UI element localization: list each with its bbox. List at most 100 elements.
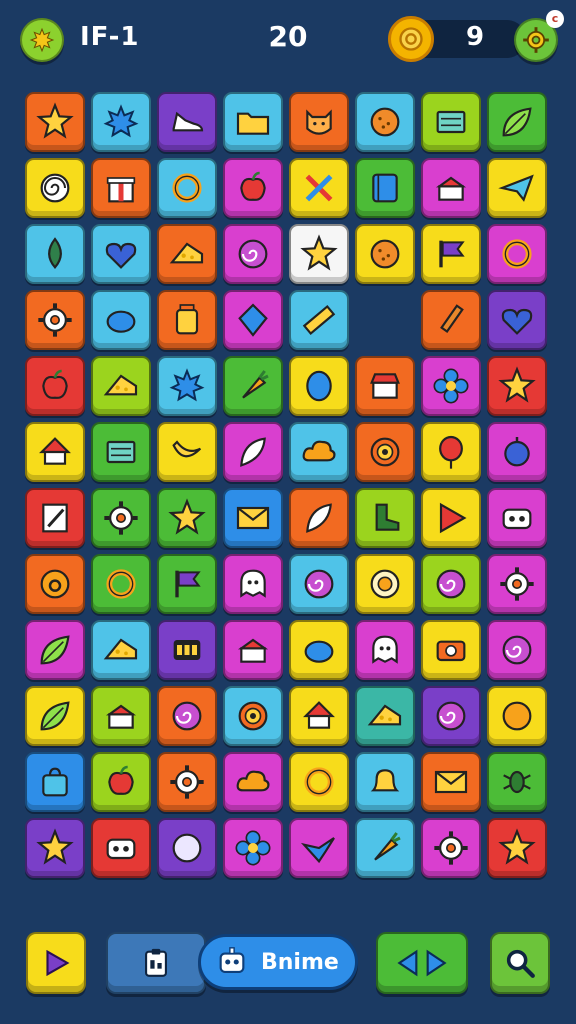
board-tile[interactable] xyxy=(223,554,283,614)
board-tile[interactable] xyxy=(289,554,349,614)
board-tile[interactable] xyxy=(289,92,349,152)
board-tile[interactable] xyxy=(289,752,349,812)
board-tile[interactable] xyxy=(25,818,85,878)
board-tile[interactable] xyxy=(289,158,349,218)
board-tile[interactable] xyxy=(355,158,415,218)
board-tile[interactable] xyxy=(487,488,547,548)
board-tile[interactable] xyxy=(355,554,415,614)
board-tile[interactable] xyxy=(157,158,217,218)
search-button[interactable] xyxy=(490,932,550,994)
board-tile[interactable] xyxy=(157,422,217,482)
board-tile[interactable] xyxy=(25,290,85,350)
board-tile[interactable] xyxy=(25,686,85,746)
board-tile[interactable] xyxy=(355,488,415,548)
board-tile[interactable] xyxy=(421,224,481,284)
board-tile[interactable] xyxy=(355,620,415,680)
board-tile[interactable] xyxy=(421,290,481,350)
board-tile[interactable] xyxy=(223,158,283,218)
board-tile[interactable] xyxy=(91,752,151,812)
board-tile[interactable] xyxy=(421,620,481,680)
board-tile[interactable] xyxy=(25,620,85,680)
board-tile[interactable] xyxy=(355,752,415,812)
board-tile[interactable] xyxy=(25,422,85,482)
play-button[interactable] xyxy=(26,932,86,994)
board-tile[interactable] xyxy=(223,488,283,548)
board-tile[interactable] xyxy=(487,422,547,482)
board-tile[interactable] xyxy=(421,356,481,416)
board-tile[interactable] xyxy=(487,752,547,812)
board-tile[interactable] xyxy=(157,224,217,284)
board-tile[interactable] xyxy=(223,92,283,152)
board-tile[interactable] xyxy=(421,488,481,548)
board-tile[interactable] xyxy=(223,224,283,284)
board-tile[interactable] xyxy=(487,818,547,878)
board-tile[interactable] xyxy=(157,488,217,548)
board-tile[interactable] xyxy=(25,224,85,284)
board-tile[interactable] xyxy=(157,818,217,878)
board-tile[interactable] xyxy=(223,818,283,878)
board-tile[interactable] xyxy=(91,818,151,878)
board-tile[interactable] xyxy=(289,290,349,350)
board-tile[interactable] xyxy=(355,356,415,416)
board-tile[interactable] xyxy=(487,356,547,416)
board-tile[interactable] xyxy=(289,818,349,878)
board-tile[interactable] xyxy=(421,158,481,218)
board-tile[interactable] xyxy=(487,92,547,152)
board-tile[interactable] xyxy=(289,488,349,548)
board-tile[interactable] xyxy=(355,92,415,152)
board-tile[interactable] xyxy=(157,356,217,416)
board-tile[interactable] xyxy=(91,92,151,152)
board-tile[interactable] xyxy=(223,356,283,416)
board-tile[interactable] xyxy=(289,620,349,680)
board-tile[interactable] xyxy=(25,92,85,152)
board-tile[interactable] xyxy=(157,752,217,812)
board-tile[interactable] xyxy=(487,620,547,680)
board-tile[interactable] xyxy=(157,620,217,680)
board-tile[interactable] xyxy=(25,158,85,218)
board-tile[interactable] xyxy=(91,290,151,350)
board-tile[interactable] xyxy=(91,356,151,416)
board-tile[interactable] xyxy=(421,554,481,614)
board-tile[interactable] xyxy=(157,686,217,746)
board-tile[interactable] xyxy=(355,422,415,482)
board-tile[interactable] xyxy=(91,686,151,746)
board-tile[interactable] xyxy=(355,224,415,284)
swap-arrows-button[interactable] xyxy=(376,932,468,994)
board-tile[interactable] xyxy=(421,752,481,812)
board-tile[interactable] xyxy=(25,752,85,812)
board-tile[interactable] xyxy=(487,554,547,614)
board-tile[interactable] xyxy=(289,224,349,284)
board-tile[interactable] xyxy=(487,290,547,350)
board-tile[interactable] xyxy=(25,356,85,416)
board-tile[interactable] xyxy=(421,92,481,152)
board-tile[interactable] xyxy=(289,422,349,482)
board-tile[interactable] xyxy=(487,158,547,218)
board-tile[interactable] xyxy=(223,752,283,812)
settings-button[interactable] xyxy=(20,18,64,62)
board-tile[interactable] xyxy=(157,290,217,350)
board-tile[interactable] xyxy=(355,818,415,878)
board-tile[interactable] xyxy=(91,488,151,548)
board-tile[interactable] xyxy=(355,686,415,746)
board-tile[interactable] xyxy=(487,686,547,746)
board-tile[interactable] xyxy=(289,686,349,746)
board-tile[interactable] xyxy=(25,554,85,614)
board-tile[interactable] xyxy=(91,620,151,680)
board-tile[interactable] xyxy=(289,356,349,416)
board-tile[interactable] xyxy=(157,92,217,152)
board-tile[interactable] xyxy=(223,686,283,746)
board-tile[interactable] xyxy=(25,488,85,548)
board-tile[interactable] xyxy=(421,818,481,878)
board-tile[interactable] xyxy=(91,224,151,284)
board-tile[interactable] xyxy=(223,422,283,482)
board-tile[interactable] xyxy=(91,422,151,482)
board-tile[interactable] xyxy=(421,686,481,746)
board-tile[interactable] xyxy=(223,290,283,350)
primary-action-button[interactable]: Bnime xyxy=(198,934,358,990)
board-tile[interactable] xyxy=(91,158,151,218)
board-tile[interactable] xyxy=(157,554,217,614)
board-tile[interactable] xyxy=(487,224,547,284)
board-tile[interactable] xyxy=(223,620,283,680)
clipboard-button[interactable] xyxy=(106,932,206,994)
board-tile[interactable] xyxy=(421,422,481,482)
